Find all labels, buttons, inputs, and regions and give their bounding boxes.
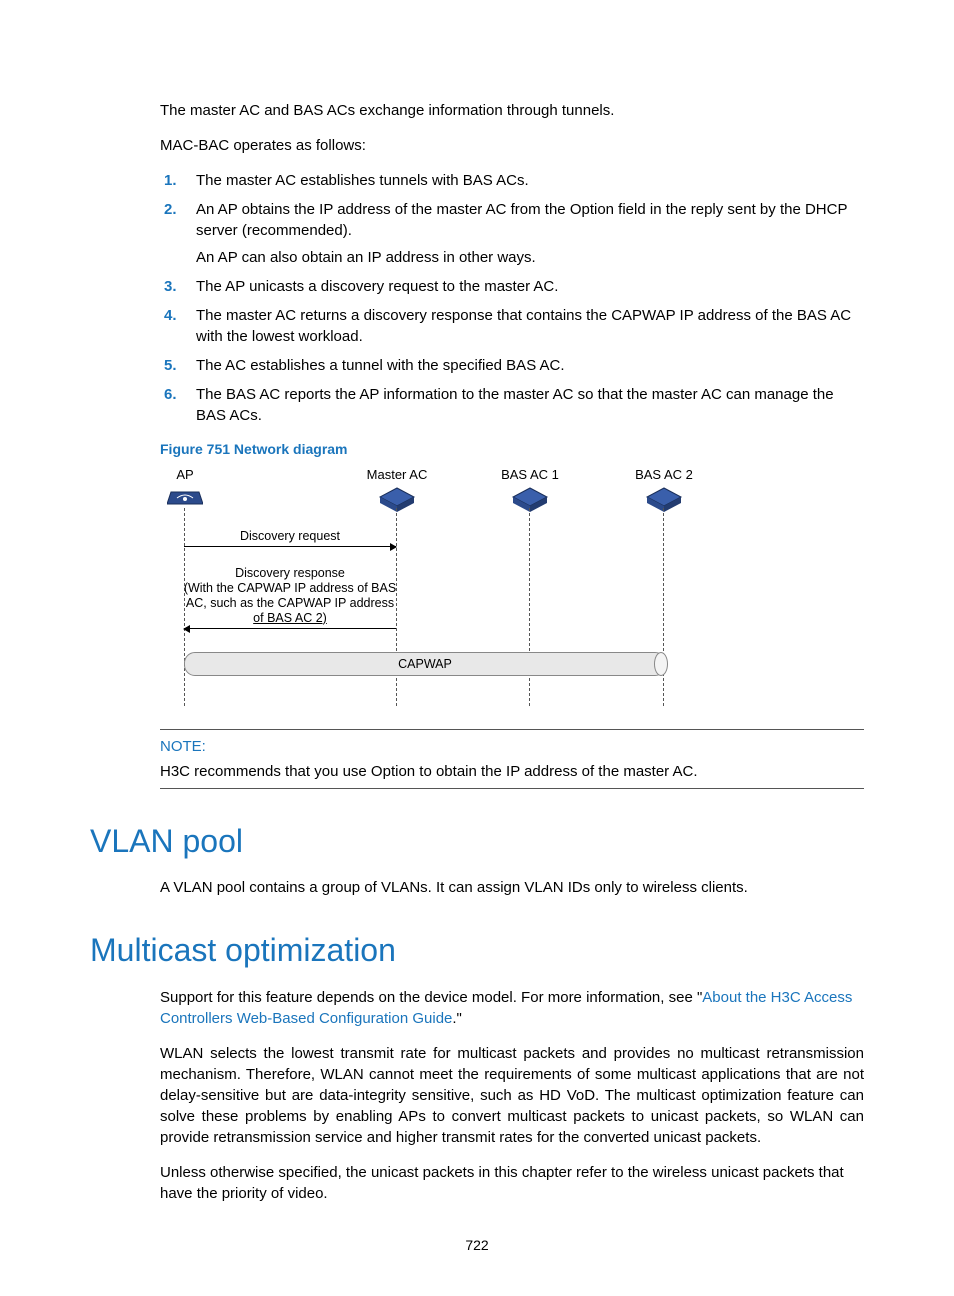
step-text: The AC establishes a tunnel with the spe…	[196, 357, 565, 374]
step-item: The BAS AC reports the AP information to…	[192, 384, 864, 426]
step-item: The master AC returns a discovery respon…	[192, 305, 864, 347]
node-label: BAS AC 2	[624, 466, 704, 484]
capwap-end-icon	[654, 652, 668, 676]
step-item: The master AC establishes tunnels with B…	[192, 170, 864, 191]
diagram-label-group: Discovery response (With the CAPWAP IP a…	[170, 566, 410, 626]
arrow-icon	[184, 628, 396, 629]
arrow-icon	[184, 546, 396, 547]
note-body: H3C recommends that you use Option to ob…	[160, 761, 864, 782]
intro-paragraph-1: The master AC and BAS ACs exchange infor…	[160, 100, 864, 121]
step-text: An AP obtains the IP address of the mast…	[196, 201, 847, 239]
document-page: The master AC and BAS ACs exchange infor…	[0, 0, 954, 1296]
intro-paragraph-2: MAC-BAC operates as follows:	[160, 135, 864, 156]
step-text: The master AC returns a discovery respon…	[196, 307, 851, 345]
node-label: Master AC	[357, 466, 437, 484]
step-text: The AP unicasts a discovery request to t…	[196, 278, 558, 295]
network-diagram: AP Master AC BAS AC 1 BAS AC 2	[160, 466, 720, 709]
heading-vlan-pool: VLAN pool	[90, 819, 864, 864]
steps-list: The master AC establishes tunnels with B…	[160, 170, 864, 426]
diagram-node-bas-ac-2: BAS AC 2	[624, 466, 704, 520]
lifeline	[663, 508, 664, 706]
ac-icon	[511, 486, 549, 520]
figure-caption: Figure 751 Network diagram	[160, 440, 864, 460]
step-text: The BAS AC reports the AP information to…	[196, 386, 834, 424]
step-item: The AC establishes a tunnel with the spe…	[192, 355, 864, 376]
diagram-node-master-ac: Master AC	[357, 466, 437, 520]
step-item: An AP obtains the IP address of the mast…	[192, 199, 864, 268]
note-rule-top	[160, 729, 864, 730]
multicast-p1: Support for this feature depends on the …	[160, 987, 864, 1029]
diagram-label: of BAS AC 2)	[170, 611, 410, 626]
text-fragment: ."	[452, 1010, 462, 1027]
capwap-tunnel: CAPWAP	[184, 652, 666, 676]
node-label: AP	[145, 466, 225, 484]
lifeline	[529, 508, 530, 706]
note-title: NOTE:	[160, 736, 864, 757]
text-fragment: Support for this feature depends on the …	[160, 989, 702, 1006]
diagram-label: Discovery request	[184, 528, 396, 546]
diagram-label: (With the CAPWAP IP address of BAS	[170, 581, 410, 596]
diagram-node-ap: AP	[145, 466, 225, 516]
diagram-label: Discovery response	[170, 566, 410, 581]
ap-icon	[167, 486, 203, 516]
note-rule-bottom	[160, 788, 864, 789]
multicast-p3: Unless otherwise specified, the unicast …	[160, 1162, 864, 1204]
capwap-label: CAPWAP	[398, 657, 452, 671]
multicast-p2: WLAN selects the lowest transmit rate fo…	[160, 1043, 864, 1148]
diagram-node-bas-ac-1: BAS AC 1	[490, 466, 570, 520]
step-subtext: An AP can also obtain an IP address in o…	[196, 247, 864, 268]
step-item: The AP unicasts a discovery request to t…	[192, 276, 864, 297]
step-text: The master AC establishes tunnels with B…	[196, 172, 529, 189]
ac-icon	[645, 486, 683, 520]
page-number: 722	[0, 1236, 954, 1256]
node-label: BAS AC 1	[490, 466, 570, 484]
vlan-body: A VLAN pool contains a group of VLANs. I…	[160, 877, 864, 898]
heading-multicast-optimization: Multicast optimization	[90, 928, 864, 973]
ac-icon	[378, 486, 416, 520]
diagram-label: AC, such as the CAPWAP IP address	[170, 596, 410, 611]
